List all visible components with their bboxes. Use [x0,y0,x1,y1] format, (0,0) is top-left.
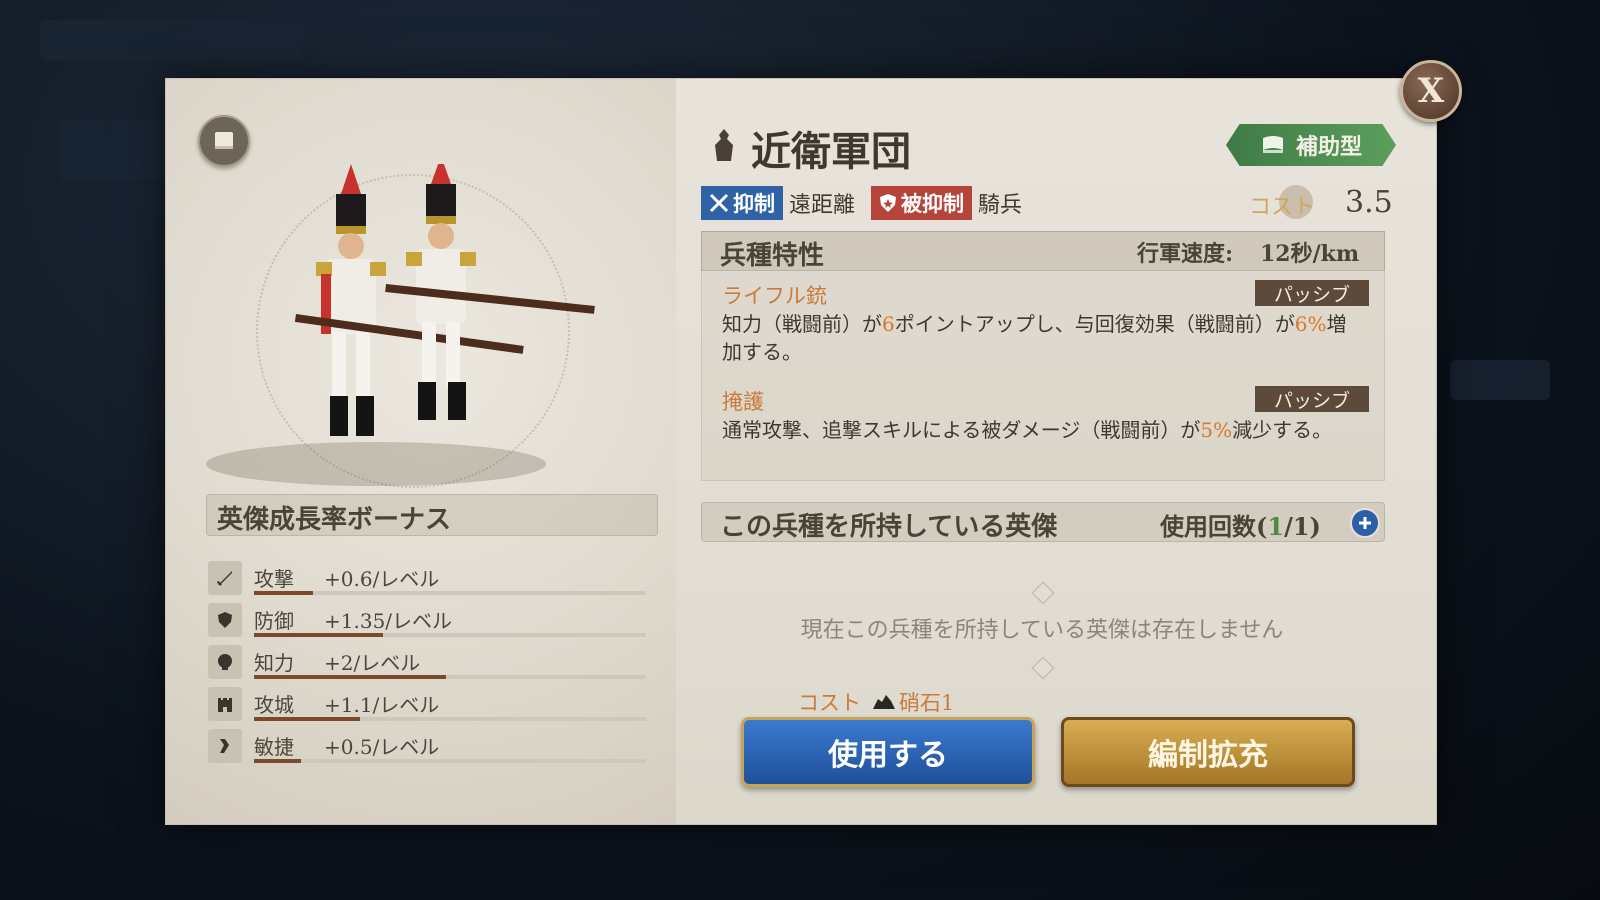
skill-name: ライフル銃 [722,284,827,308]
growth-bar-fill [254,675,447,679]
cost-value: 3.5 [1345,185,1393,220]
usage-total: /1) [1284,512,1321,541]
sword-icon [208,561,242,595]
growth-bonus-header: 英傑成長率ボーナス [206,494,658,536]
book-icon [215,132,233,149]
skill-description: 通常攻撃、追撃スキルによる被ダメージ（戦闘前）が5%減少する。 [722,416,1362,444]
unit-class-icon [715,129,733,161]
close-button[interactable]: X [1400,60,1462,122]
usage-current: 1 [1267,512,1285,541]
boot-icon [208,729,242,763]
growth-label: 知力 [254,651,294,675]
passive-badge: パッシブ [1255,386,1369,412]
suppressed-label: 被抑制 [901,191,965,216]
growth-label: 敏捷 [254,735,294,759]
heroes-header: この兵種を所持している英傑 使用回数(1/1) [701,502,1385,542]
growth-label: 攻撃 [254,567,294,591]
counter-tags: 抑制 遠距離 被抑制 騎兵 [701,186,1023,220]
background-panel [1450,360,1550,400]
growth-row-siege: 攻城 +1.1/レベル [208,685,648,723]
growth-bar [254,675,646,679]
growth-bar [254,591,646,595]
expand-formation-button[interactable]: 編制拡充 [1061,717,1355,787]
guard-soldiers-illustration [206,164,595,486]
skill-text: 減少する。 [1232,418,1333,442]
action-cost: コスト 硝石1 [798,687,954,717]
growth-row-defense: 防御 +1.35/レベル [208,601,648,639]
action-cost-label: コスト [798,691,861,715]
march-speed-label: 行軍速度: [1137,241,1234,267]
passive-badge: パッシブ [1255,280,1369,306]
background-panel [40,20,300,60]
growth-bar-fill [254,633,384,637]
suppress-target: 遠距離 [789,193,856,218]
growth-bonus-title: 英傑成長率ボーナス [217,505,452,535]
growth-value: +1.1/レベル [324,693,440,717]
growth-bar [254,633,646,637]
suppress-label: 抑制 [733,191,775,216]
usage-count: 使用回数(1/1) [1160,507,1321,542]
growth-value: +1.35/レベル [324,609,453,633]
action-cost-item: 硝石1 [899,691,955,715]
unit-type-badge: 補助型 [1226,124,1396,166]
growth-label: 防御 [254,609,294,633]
growth-value: +2/レベル [324,651,421,675]
plus-icon [1359,517,1371,529]
skill-text: 通常攻撃、追撃スキルによる被ダメージ（戦闘前）が [722,418,1201,442]
skill-name: 掩護 [722,390,764,414]
growth-bar-fill [254,759,302,763]
suppressed-tag: 被抑制 [871,186,973,220]
skill-text: ポイントアップし、与回復効果（戦闘前）が [894,312,1295,336]
castle-icon [208,687,242,721]
shield-star-icon [880,194,897,212]
unit-name: 近衛軍団 [751,128,911,175]
usage-label: 使用回数( [1160,512,1268,541]
encyclopedia-button[interactable] [198,115,250,167]
growth-row-agility: 敏捷 +0.5/レベル [208,727,648,765]
growth-row-intelligence: 知力 +2/レベル [208,643,648,681]
saltpeter-icon [873,695,895,709]
growth-bar [254,717,646,721]
suppress-tag: 抑制 [701,186,783,220]
use-button[interactable]: 使用する [741,717,1035,787]
skill-value: 6% [1294,312,1327,336]
growth-bar-fill [254,717,360,721]
suppressed-target: 騎兵 [978,193,1023,218]
skill-text: 知力（戦闘前）が [722,312,882,336]
shield-icon [208,603,242,637]
head-icon [208,645,242,679]
growth-row-attack: 攻撃 +0.6/レベル [208,559,648,597]
crossed-swords-icon [709,193,729,213]
unit-type-label: 補助型 [1295,134,1362,160]
growth-bar-fill [254,591,313,595]
background-panel [60,120,170,180]
unit-cost: コスト 3.5 [1249,185,1409,221]
unit-portrait-pane: 英傑成長率ボーナス 攻撃 +0.6/レベル 防御 +1.35/レベル 知力 +2… [166,79,676,824]
growth-label: 攻城 [254,693,294,717]
cost-label: コスト [1249,195,1316,220]
skill-value: 5% [1200,418,1233,442]
heroes-title: この兵種を所持している英傑 [720,512,1058,542]
growth-value: +0.6/レベル [324,567,440,591]
unit-detail-dialog: 英傑成長率ボーナス 攻撃 +0.6/レベル 防御 +1.35/レベル 知力 +2… [165,78,1437,825]
traits-title: 兵種特性 [720,241,825,271]
tome-icon [1262,136,1283,153]
traits-header: 兵種特性 行軍速度: 12秒/km [701,231,1385,271]
skill-value: 6 [882,312,895,336]
traits-panel: 兵種特性 行軍速度: 12秒/km ライフル銃 パッシブ 知力（戦闘前）が6ポイ… [701,231,1385,481]
skill-description: 知力（戦闘前）が6ポイントアップし、与回復効果（戦闘前）が6%増加する。 [722,310,1362,366]
empty-heroes-message: 現在この兵種を所持している英傑は存在しません [800,618,1284,643]
add-usage-button[interactable] [1350,508,1380,538]
march-speed-value: 12秒/km [1260,241,1360,267]
growth-value: +0.5/レベル [324,735,440,759]
growth-bar [254,759,646,763]
